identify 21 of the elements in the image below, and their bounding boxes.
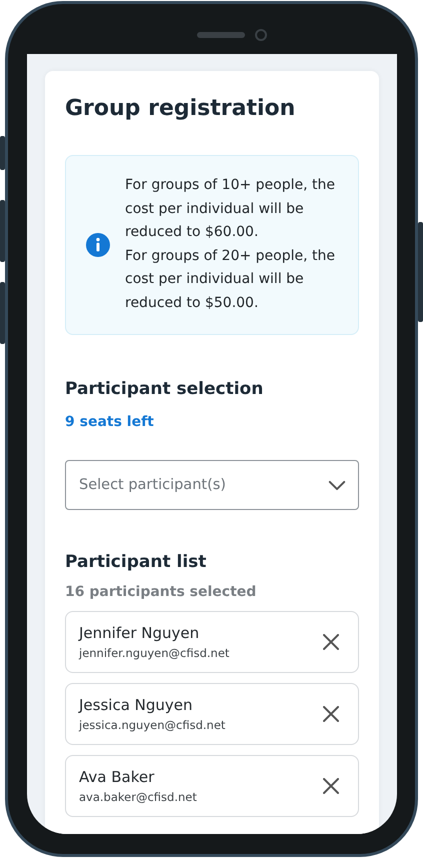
chevron-down-icon (328, 480, 346, 490)
notice-text: For groups of 10+ people, the cost per individual will be reduced to $60.00. (125, 176, 336, 242)
seats-left-label: 9 seats left (65, 414, 155, 430)
camera-lens (255, 29, 267, 41)
participant-name: Ava Baker (79, 766, 156, 788)
info-icon (86, 232, 110, 256)
participant-email: jennifer.nguyen@cfisd.net (79, 644, 230, 662)
participant-name: Jennifer Nguyen (79, 622, 200, 644)
page-title: Group registration (65, 95, 296, 123)
section-heading: Participant selection (65, 378, 264, 401)
participant-dropdown[interactable]: Select participant(s) (65, 460, 359, 510)
section-heading: Participant list (65, 551, 208, 574)
close-icon[interactable] (323, 778, 339, 794)
close-icon[interactable] (323, 706, 339, 722)
close-icon[interactable] (323, 634, 339, 650)
participant-name: Jessica Nguyen (79, 694, 194, 716)
speaker-grille (197, 32, 245, 38)
participant-email: jessica.nguyen@cfisd.net (79, 716, 226, 734)
participant-email: ava.baker@cfisd.net (79, 788, 197, 806)
notice-text: For groups of 20+ people, the cost per individual will be reduced to $50.00. (125, 246, 336, 312)
selected-count: 16 participants selected (65, 584, 258, 600)
